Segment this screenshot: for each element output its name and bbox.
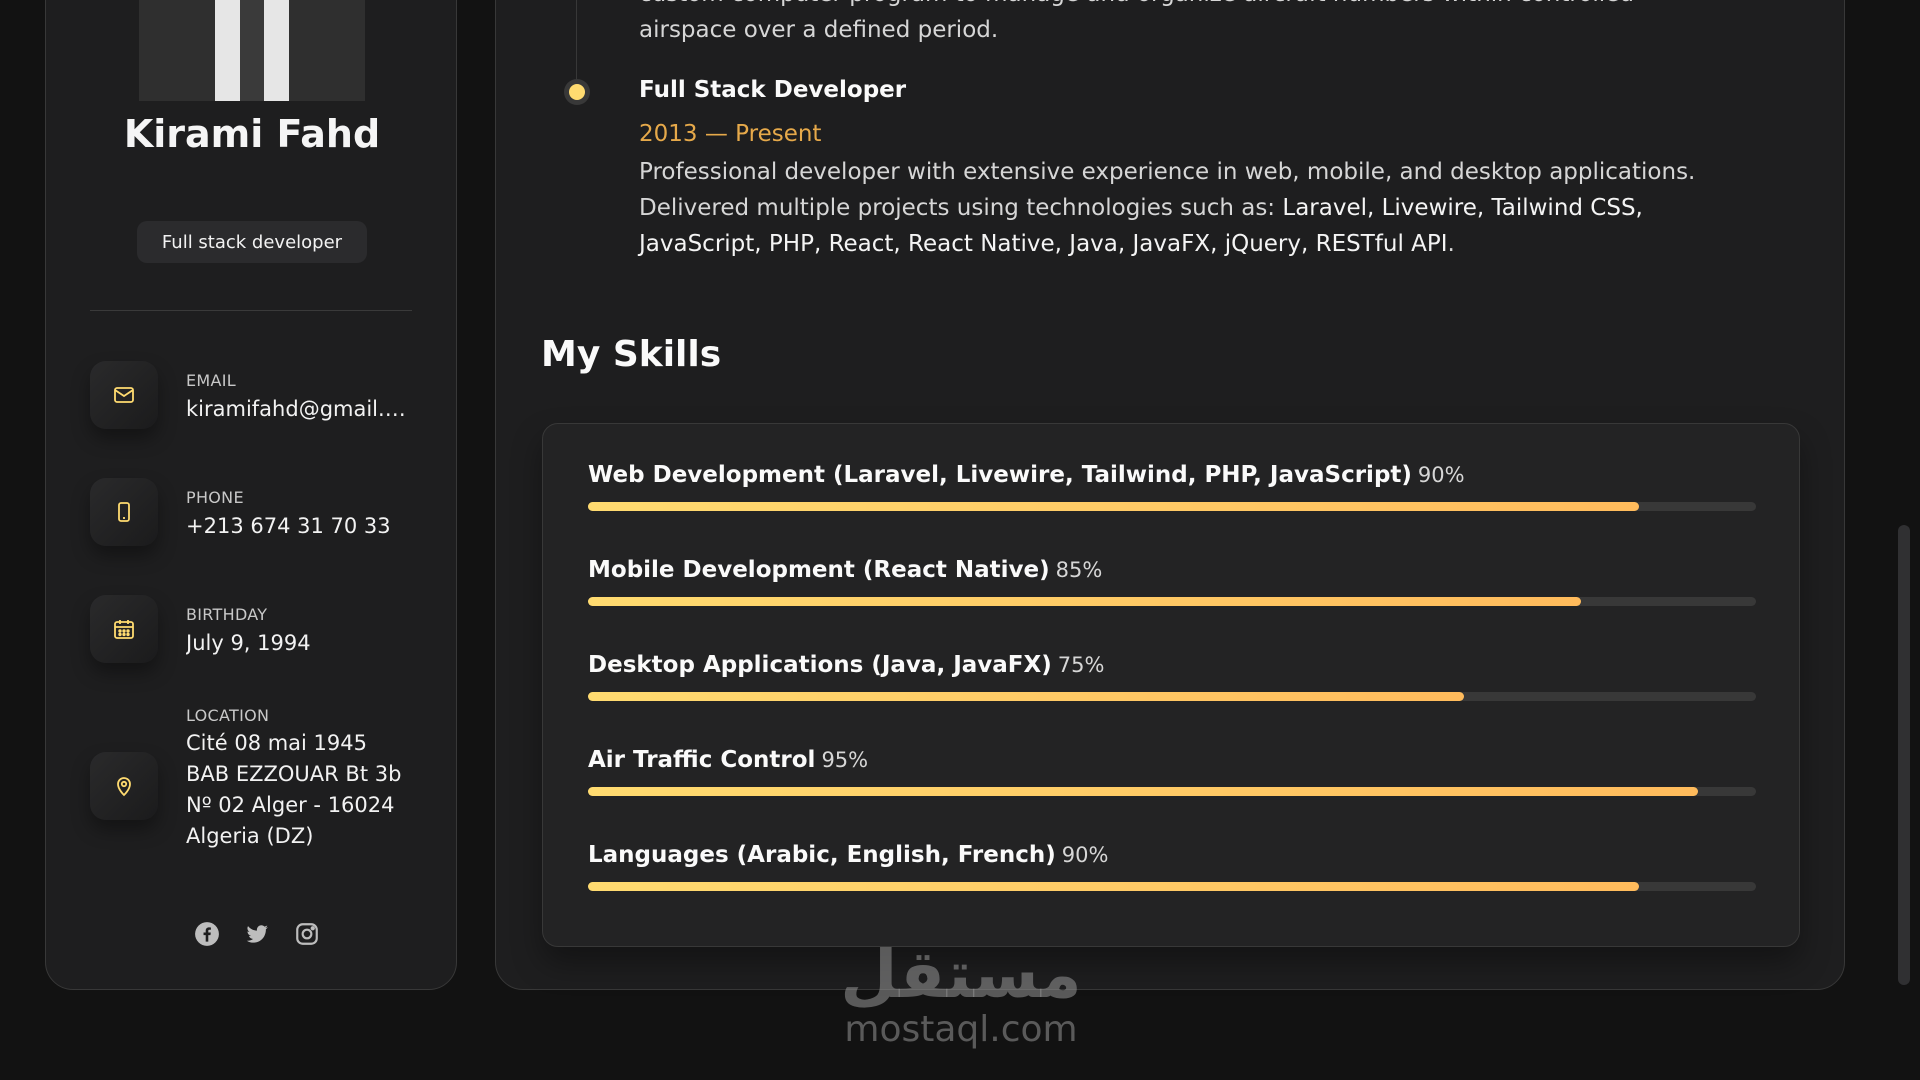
avatar xyxy=(139,0,365,101)
main-content: custom computer program to manage and or… xyxy=(495,0,1845,990)
calendar-icon xyxy=(90,595,158,663)
instagram-icon[interactable] xyxy=(294,921,320,947)
skill-name: Mobile Development (React Native) xyxy=(588,557,1050,583)
mail-icon xyxy=(90,361,158,429)
divider xyxy=(90,310,412,311)
birthday-value: July 9, 1994 xyxy=(186,631,311,655)
location-pin-icon xyxy=(90,752,158,820)
phone-link[interactable]: +213 674 31 70 33 xyxy=(186,511,416,542)
skill-item: Web Development (Laravel, Livewire, Tail… xyxy=(588,462,1756,511)
social-links xyxy=(194,921,320,947)
contact-label: EMAIL xyxy=(186,371,236,390)
twitter-icon[interactable] xyxy=(244,921,270,947)
timeline-dot xyxy=(569,84,585,100)
skill-item: Air Traffic Control 95% xyxy=(588,747,1756,796)
skill-progress-track xyxy=(588,597,1756,606)
watermark: مستقل mostaql.com xyxy=(838,940,1084,1050)
page-scrollbar[interactable] xyxy=(1898,525,1910,985)
phone-icon xyxy=(90,478,158,546)
profile-name: Kirami Fahd xyxy=(123,112,381,156)
skill-progress-fill xyxy=(588,692,1464,701)
skill-progress-track xyxy=(588,502,1756,511)
contact-label: PHONE xyxy=(186,488,244,507)
skill-name: Air Traffic Control xyxy=(588,747,816,773)
skill-name: Desktop Applications (Java, JavaFX) xyxy=(588,652,1052,678)
watermark-logo: مستقل xyxy=(840,936,1082,1013)
skill-progress-track xyxy=(588,692,1756,701)
skill-percent: 90% xyxy=(1417,463,1465,487)
timeline-prev-description: custom computer program to manage and or… xyxy=(639,0,1634,43)
skill-name: Web Development (Laravel, Livewire, Tail… xyxy=(588,462,1412,488)
skill-item: Mobile Development (React Native) 85% xyxy=(588,557,1756,606)
skill-progress-fill xyxy=(588,787,1698,796)
timeline-item-description: Professional developer with extensive ex… xyxy=(639,154,1699,262)
role-badge: Full stack developer xyxy=(137,221,367,263)
watermark-text: mostaql.com xyxy=(844,1009,1078,1050)
skills-card: Web Development (Laravel, Livewire, Tail… xyxy=(542,423,1800,947)
skill-percent: 85% xyxy=(1055,558,1103,582)
location-value: Cité 08 mai 1945 BAB EZZOUAR Bt 3b Nº 02… xyxy=(186,731,402,848)
skill-item: Languages (Arabic, English, French) 90% xyxy=(588,842,1756,891)
description-end: . xyxy=(1447,231,1455,257)
sidebar: Kirami Fahd Full stack developer EMAIL k… xyxy=(45,0,457,990)
timeline-item-date: 2013 — Present xyxy=(639,121,822,147)
skill-progress-fill xyxy=(588,882,1640,891)
skill-percent: 75% xyxy=(1057,653,1105,677)
skill-percent: 95% xyxy=(821,748,869,772)
skill-progress-fill xyxy=(588,597,1581,606)
skill-progress-track xyxy=(588,882,1756,891)
email-link[interactable]: kiramifahd@gmail.c... xyxy=(186,394,416,425)
timeline-item-title: Full Stack Developer xyxy=(639,77,907,103)
skills-title: My Skills xyxy=(541,334,722,375)
contact-label: BIRTHDAY xyxy=(186,605,268,624)
skill-item: Desktop Applications (Java, JavaFX) 75% xyxy=(588,652,1756,701)
skill-name: Languages (Arabic, English, French) xyxy=(588,842,1056,868)
skill-percent: 90% xyxy=(1061,843,1109,867)
skill-progress-track xyxy=(588,787,1756,796)
facebook-icon[interactable] xyxy=(194,921,220,947)
contact-label: LOCATION xyxy=(186,706,270,725)
skill-progress-fill xyxy=(588,502,1640,511)
